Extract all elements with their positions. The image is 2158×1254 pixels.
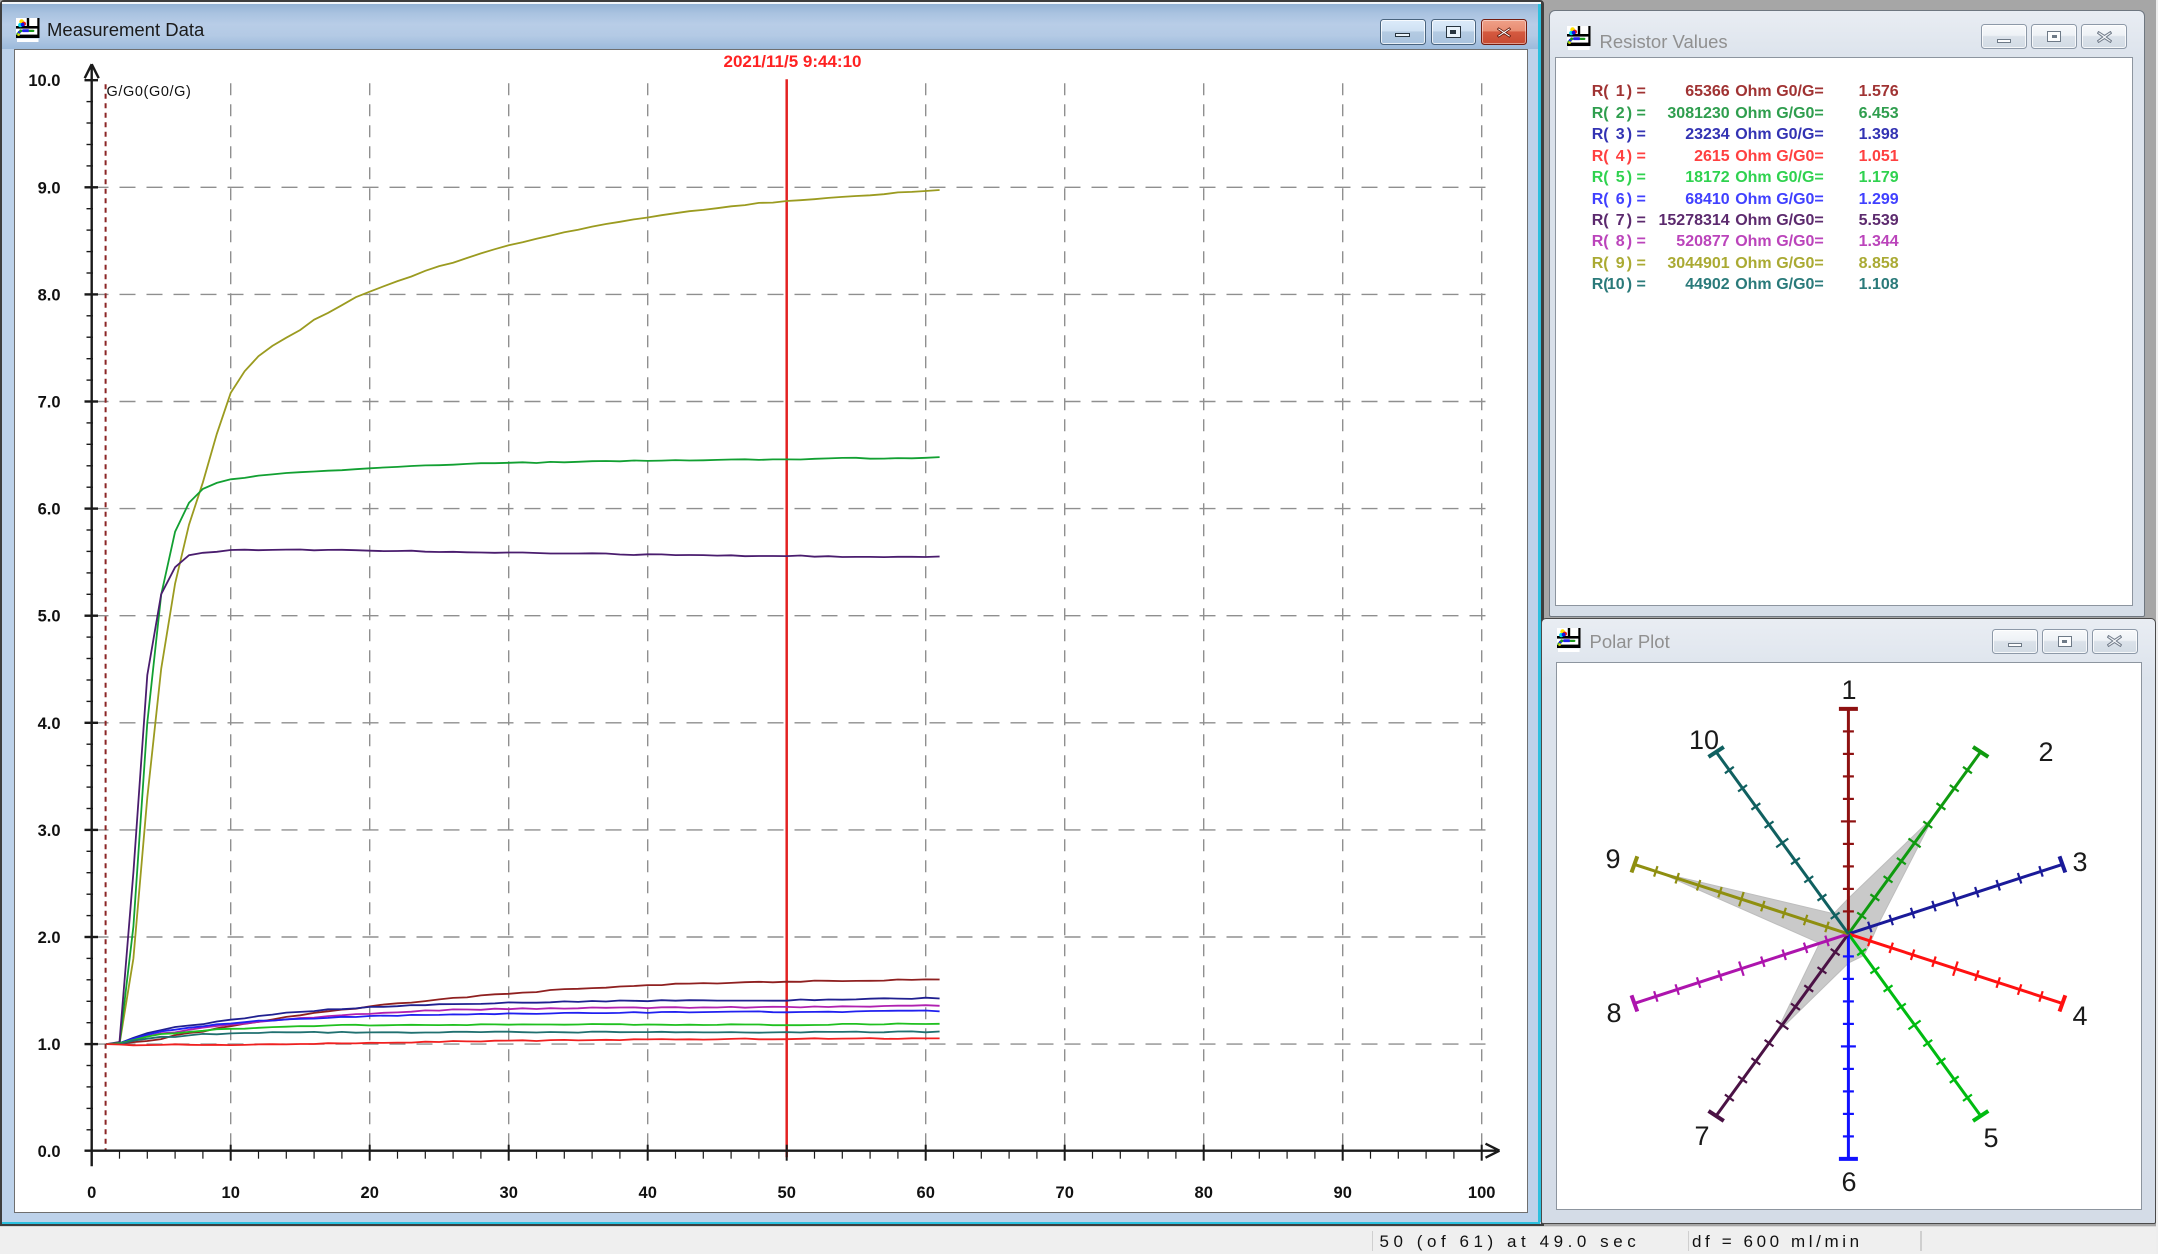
svg-text:5: 5 <box>1983 1123 1998 1153</box>
svg-text:10: 10 <box>221 1184 239 1202</box>
svg-text:8.0: 8.0 <box>37 286 60 304</box>
svg-text:90: 90 <box>1333 1184 1351 1202</box>
svg-text:7.0: 7.0 <box>37 393 60 411</box>
svg-text:50: 50 <box>777 1184 795 1202</box>
svg-text:0: 0 <box>87 1184 96 1202</box>
svg-text:3.0: 3.0 <box>37 822 60 840</box>
svg-text:100: 100 <box>1467 1184 1495 1202</box>
svg-text:0.0: 0.0 <box>37 1143 60 1161</box>
svg-text:7: 7 <box>1694 1121 1709 1151</box>
svg-text:30: 30 <box>499 1184 517 1202</box>
svg-text:2.0: 2.0 <box>37 929 60 947</box>
svg-text:6.0: 6.0 <box>37 500 60 518</box>
svg-text:4.0: 4.0 <box>37 715 60 733</box>
svg-text:2021/11/5 9:44:10: 2021/11/5 9:44:10 <box>723 52 861 71</box>
svg-text:9.0: 9.0 <box>37 179 60 197</box>
svg-text:20: 20 <box>360 1184 378 1202</box>
svg-text:6: 6 <box>1841 1167 1856 1197</box>
svg-text:8: 8 <box>1606 998 1621 1028</box>
svg-text:3: 3 <box>2072 847 2087 877</box>
svg-text:60: 60 <box>916 1184 934 1202</box>
svg-text:G/G0(G0/G): G/G0(G0/G) <box>106 84 191 100</box>
svg-text:4: 4 <box>2072 1001 2087 1031</box>
svg-text:10.0: 10.0 <box>28 72 60 90</box>
svg-text:1.0: 1.0 <box>37 1036 60 1054</box>
svg-text:10: 10 <box>1689 725 1719 755</box>
svg-text:2: 2 <box>2038 737 2053 767</box>
svg-text:80: 80 <box>1194 1184 1212 1202</box>
svg-text:70: 70 <box>1055 1184 1073 1202</box>
svg-text:1: 1 <box>1841 675 1856 705</box>
svg-text:5.0: 5.0 <box>37 607 60 625</box>
svg-text:9: 9 <box>1605 844 1620 874</box>
svg-text:40: 40 <box>638 1184 656 1202</box>
